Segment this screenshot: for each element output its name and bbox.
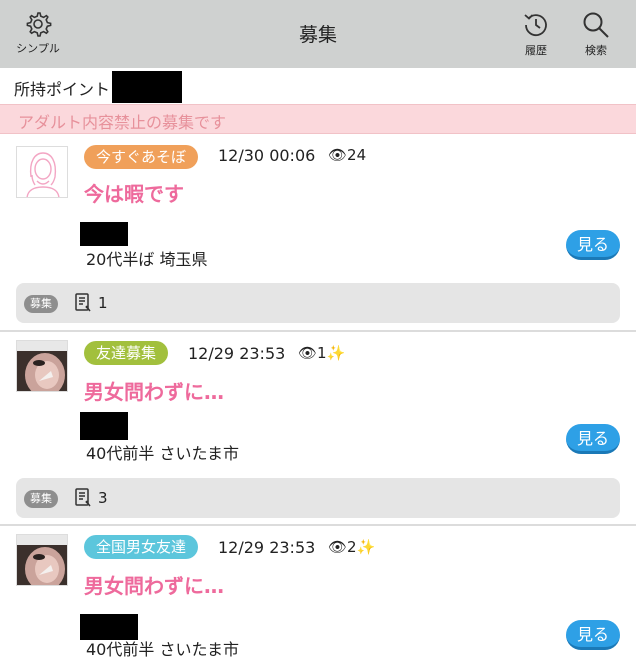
view-count: 👁1✨ [298,344,345,362]
post-stats-bar: 募集 3 [16,478,620,518]
eye-icon: 👁 [328,146,348,164]
post-profile: 20代半ば 埼玉県 [86,250,208,269]
post-item[interactable]: 今すぐあそぼ 12/30 00:06 👁24 今は暇です 20代半ば 埼玉県 見… [0,134,636,330]
view-button[interactable]: 見る [566,620,620,650]
post-datetime: 12/30 00:06 [218,146,316,165]
post-datetime: 12/29 23:53 [188,344,286,363]
default-avatar-icon [17,147,67,197]
user-photo [17,341,67,391]
view-count-value: 24 [347,146,367,164]
points-value-redacted [112,71,182,103]
history-clock-icon [524,14,547,37]
view-button[interactable]: 見る [566,230,620,260]
document-icon [75,293,91,312]
recruit-tag: 募集 [24,490,58,508]
avatar[interactable] [16,146,68,198]
recruit-count: 3 [98,489,108,507]
post-profile: 40代前半 さいたま市 [86,640,239,659]
view-count-value: 1 [317,344,327,362]
category-badge: 今すぐあそぼ [84,145,199,169]
sparkle-icon: ✨ [326,344,346,362]
adult-content-notice: アダルト内容禁止の募集です [0,104,636,134]
history-label: 履歴 [525,44,547,57]
avatar[interactable] [16,340,68,392]
view-count: 👁24 [328,146,366,164]
header-bar: シンプル 募集 履歴 検索 [0,0,636,68]
sparkle-icon: ✨ [356,538,376,556]
user-photo [17,535,67,585]
post-heading[interactable]: 今は暇です [84,178,184,207]
history-button[interactable]: 履歴 [516,10,556,58]
post-datetime: 12/29 23:53 [218,538,316,557]
search-label: 検索 [585,44,607,57]
category-badge: 友達募集 [84,341,169,365]
notice-text: アダルト内容禁止の募集です [18,113,227,132]
username-redacted [80,412,128,440]
username-redacted [80,222,128,246]
search-button[interactable]: 検索 [576,10,616,58]
post-heading[interactable]: 男女問わずに… [84,570,224,599]
recruit-tag: 募集 [24,295,58,313]
post-heading[interactable]: 男女問わずに… [84,376,224,405]
recruit-count: 1 [98,294,108,312]
points-row: 所持ポイント [0,68,636,104]
eye-icon: 👁 [298,344,318,362]
document-icon [75,488,91,507]
points-label: 所持ポイント [14,80,111,99]
post-stats-bar: 募集 1 [16,283,620,323]
category-badge: 全国男女友達 [84,535,199,559]
view-button[interactable]: 見る [566,424,620,454]
view-count: 👁2✨ [328,538,375,556]
avatar[interactable] [16,534,68,586]
view-count-value: 2 [347,538,357,556]
post-profile: 40代前半 さいたま市 [86,444,239,463]
post-item[interactable]: 全国男女友達 12/29 23:53 👁2✨ 男女問わずに… 40代前半 さいた… [0,526,636,672]
post-item[interactable]: 友達募集 12/29 23:53 👁1✨ 男女問わずに… 40代前半 さいたま市… [0,332,636,524]
eye-icon: 👁 [328,538,348,556]
search-icon [583,12,609,38]
